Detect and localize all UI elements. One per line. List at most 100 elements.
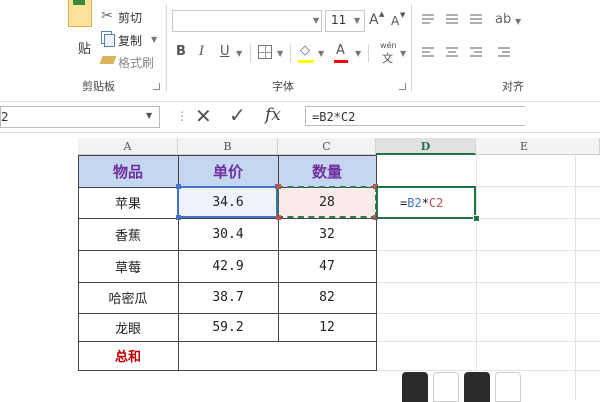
table-border [78, 341, 377, 342]
table-cell-qty[interactable]: 82 [278, 282, 376, 313]
borders-icon[interactable] [258, 45, 272, 59]
font-color-dropdown-arrow[interactable]: ▼ [355, 49, 361, 58]
copy-dropdown-arrow[interactable]: ▼ [151, 35, 157, 44]
paste-clip-icon [73, 0, 85, 5]
font-size-value: 11 [331, 13, 347, 27]
ref-handle[interactable] [176, 184, 181, 189]
alignment-group-label: 对齐 [502, 80, 524, 93]
cancel-icon[interactable]: ✕ [195, 105, 212, 127]
orientation-icon[interactable]: ab [495, 12, 511, 27]
fill-color-icon[interactable]: ◇ [300, 43, 310, 58]
total-value-cell[interactable] [178, 341, 376, 370]
header-cell-qty[interactable]: 数量 [278, 155, 376, 187]
table-cell-qty[interactable]: 47 [278, 250, 376, 282]
format-painter-icon[interactable] [99, 56, 117, 64]
font-divider [250, 44, 251, 62]
column-header-b[interactable]: B [178, 138, 278, 155]
paste-button-label[interactable]: 贴 [78, 38, 91, 57]
total-label-cell[interactable]: 总和 [78, 341, 178, 370]
table-cell-item[interactable]: 香蕉 [78, 218, 178, 250]
scissors-icon[interactable]: ✂ [100, 8, 114, 24]
table-border [78, 313, 377, 314]
taskbar-icon[interactable] [495, 372, 521, 402]
fill-color-swatch [298, 60, 314, 63]
fill-color-dropdown-arrow[interactable]: ▼ [318, 49, 324, 58]
clipboard-group-label: 剪贴板 [82, 80, 115, 93]
phonetic-guide-button[interactable]: 文 [382, 50, 393, 66]
column-header-e[interactable]: E [476, 138, 600, 155]
shrink-font-caret-icon: ▼ [400, 11, 406, 19]
table-border [78, 218, 377, 219]
ref-border-c2 [277, 186, 377, 218]
font-color-button[interactable]: A [336, 43, 345, 58]
gridline [476, 155, 477, 400]
table-border [78, 155, 377, 156]
formula-operator: * [421, 196, 429, 210]
italic-button[interactable]: I [199, 44, 204, 59]
table-cell-price[interactable]: 30.4 [178, 218, 278, 250]
fill-handle[interactable] [473, 215, 480, 222]
copy-icon-front [104, 34, 115, 47]
font-divider [290, 44, 291, 62]
column-header-a[interactable]: A [78, 138, 178, 155]
table-cell-item[interactable]: 龙眼 [78, 313, 178, 341]
taskbar-icon[interactable] [402, 372, 428, 402]
formula-ref-b2: B2 [407, 196, 422, 210]
borders-dropdown-arrow[interactable]: ▼ [277, 49, 283, 58]
orientation-dropdown-arrow[interactable]: ▼ [515, 17, 521, 26]
table-cell-item[interactable]: 苹果 [78, 187, 178, 218]
ref-handle[interactable] [276, 184, 281, 189]
grow-font-caret-icon: ▲ [379, 10, 385, 18]
table-border [78, 250, 377, 251]
font-launcher-icon[interactable] [399, 83, 406, 90]
header-cell-item[interactable]: 物品 [78, 155, 178, 187]
table-cell-price[interactable]: 38.7 [178, 282, 278, 313]
phonetic-guide-pinyin[interactable]: wén [380, 41, 397, 50]
font-name-dropdown-arrow[interactable]: ▼ [313, 16, 319, 25]
gridline [575, 155, 576, 400]
insert-function-button[interactable]: fx [265, 104, 281, 126]
header-cell-price[interactable]: 单价 [178, 155, 278, 187]
underline-dropdown-arrow[interactable]: ▼ [236, 49, 242, 58]
formula-input[interactable]: =B2*C2 [305, 106, 525, 126]
formula-bar-grip-icon: ⋮ [176, 109, 188, 123]
font-name-dropdown[interactable] [172, 10, 322, 32]
font-color-swatch [334, 60, 348, 63]
underline-button[interactable]: U [220, 44, 230, 59]
ref-border-b2 [177, 186, 278, 218]
table-cell-price[interactable]: 59.2 [178, 313, 278, 341]
table-cell-price[interactable]: 42.9 [178, 250, 278, 282]
table-cell-qty[interactable]: 12 [278, 313, 376, 341]
taskbar-icon[interactable] [433, 372, 459, 402]
column-header-d[interactable]: D [376, 138, 476, 155]
bold-button[interactable]: B [176, 44, 186, 59]
taskbar-icon[interactable] [464, 372, 490, 402]
name-box[interactable]: 2 [0, 106, 160, 128]
ribbon-separator [166, 4, 167, 92]
ribbon-separator [411, 4, 412, 92]
table-border [78, 370, 377, 371]
cell-formula-edit[interactable]: =B2*C2 [400, 195, 443, 211]
clipboard-launcher-icon[interactable] [153, 83, 160, 90]
copy-button[interactable]: 复制 [118, 32, 142, 49]
formula-ref-c2: C2 [428, 196, 444, 210]
grow-font-button[interactable]: A [369, 12, 379, 28]
name-box-dropdown-arrow[interactable]: ▼ [146, 111, 152, 120]
format-painter-button[interactable]: 格式刷 [118, 54, 154, 71]
ribbon-right-blank [525, 0, 600, 96]
enter-icon[interactable]: ✓ [229, 104, 246, 126]
column-header-c[interactable]: C [278, 138, 376, 155]
font-size-dropdown-arrow[interactable]: ▼ [354, 16, 360, 25]
phonetic-dropdown-arrow[interactable]: ▼ [400, 49, 406, 58]
font-divider [368, 44, 369, 62]
table-cell-item[interactable]: 草莓 [78, 250, 178, 282]
ribbon: 贴 ✂ 剪切 复制 ▼ 格式刷 剪贴板 ▼ 11 ▼ A ▲ A ▼ B I U… [0, 0, 600, 96]
shrink-font-button[interactable]: A [391, 14, 399, 28]
name-box-value: 2 [1, 110, 9, 124]
font-group-label: 字体 [272, 80, 294, 93]
table-cell-qty[interactable]: 32 [278, 218, 376, 250]
cut-button[interactable]: 剪切 [118, 9, 142, 26]
ref-handle[interactable] [176, 215, 181, 220]
ref-handle[interactable] [276, 215, 281, 220]
table-cell-item[interactable]: 哈密瓜 [78, 282, 178, 313]
